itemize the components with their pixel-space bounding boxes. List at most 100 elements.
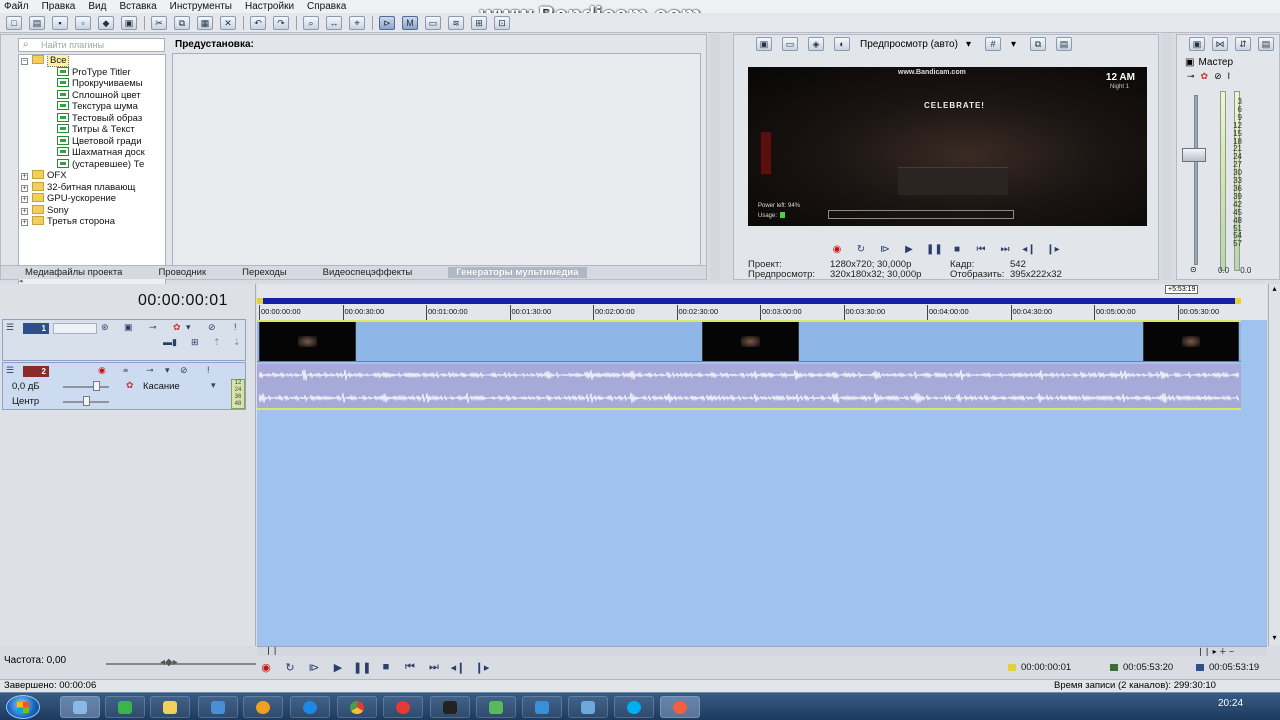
automation-icon[interactable]: ⊸ (149, 322, 157, 333)
loop-icon[interactable]: ↻ (854, 244, 868, 255)
expand-icon[interactable]: + (21, 207, 28, 215)
cut-icon[interactable]: ✂ (151, 15, 167, 30)
arm-record-icon[interactable]: ◉ (98, 365, 106, 376)
tree-item[interactable]: Шахматная доск (57, 147, 145, 159)
go-to-start-icon[interactable]: ⏮ (974, 244, 988, 255)
bypass-icon[interactable]: ⊘ (1214, 71, 1222, 82)
track-fx-icon[interactable]: ✿ (126, 380, 134, 391)
taskbar-folder[interactable] (150, 696, 190, 718)
timeline-vertical-scrollbar[interactable]: ▴ ▾ (1268, 284, 1280, 646)
timeline-horizontal-scrollbar[interactable]: ❘❘ ❘❘ ▸ ＋ − (257, 646, 1267, 656)
snap-icon[interactable]: ⌖ (349, 15, 365, 30)
expand-icon[interactable]: + (21, 184, 28, 192)
mixer-properties-icon[interactable]: ▣ (1189, 37, 1205, 51)
new-project-icon[interactable]: □ (6, 15, 22, 30)
master-fader-track[interactable] (1194, 95, 1198, 265)
loop-end-marker[interactable] (1235, 298, 1241, 304)
zoom-icon[interactable]: ⌕ (303, 15, 319, 30)
solo-icon[interactable]: ǃ (207, 365, 210, 375)
timeline-area[interactable]: +5:53:19 00:00:00:00 00:00:30:00 00:01:00:… (257, 284, 1267, 646)
scroll-down-icon[interactable]: ▾ (1269, 633, 1280, 642)
motion-icon[interactable]: ⊛ (101, 322, 109, 333)
tree-item[interactable]: + GPU-ускорение (21, 193, 116, 205)
cursor-position[interactable]: 00:00:00:01 (1008, 662, 1071, 673)
save-icon[interactable]: ▪ (52, 15, 68, 30)
overlays-icon[interactable]: # (984, 37, 1001, 51)
play-icon[interactable]: ▶ (902, 244, 916, 255)
downmix-icon[interactable]: ⋈ (1212, 37, 1228, 51)
tree-item[interactable]: + Третья сторона (21, 216, 115, 228)
explorer-tab[interactable]: Медиафайлы проекта (25, 267, 122, 278)
plugin-tree[interactable]: + Третья сторона + Sony + GPU-ускорение +32-би… (18, 54, 166, 287)
stop-icon[interactable]: ■ (950, 244, 964, 255)
pan-slider-thumb[interactable] (83, 396, 90, 406)
fx-icon[interactable]: ✿ (1201, 71, 1209, 82)
expand-icon[interactable]: + (21, 219, 28, 226)
save-snapshot-icon[interactable]: ▤ (1056, 37, 1073, 51)
menu-item[interactable]: Инструменты (170, 1, 232, 12)
master-fader-knob[interactable] (1182, 148, 1206, 162)
tree-item[interactable]: (устаревшее) Те (57, 158, 144, 171)
menu-item[interactable]: Настройки (245, 1, 294, 12)
video-fx-icon[interactable]: ◈ (808, 37, 824, 51)
selection-end[interactable]: 00:05:53:20 (1110, 662, 1173, 673)
play-from-start-icon[interactable]: ⧐ (878, 244, 892, 255)
mute-icon[interactable]: ⊘ (180, 365, 188, 376)
taskbar-chrome[interactable] (337, 696, 377, 718)
master-menu-icon[interactable]: ▤ (1258, 37, 1274, 51)
properties-icon[interactable]: ▣ (121, 15, 137, 30)
tree-item[interactable]: + OFX (21, 170, 67, 182)
tree-item[interactable]: +32-битная плавающ (21, 181, 135, 194)
mute-icon[interactable]: ⊘ (208, 322, 216, 333)
play-from-start-icon[interactable]: ⧐ (305, 661, 323, 674)
volume-slider-thumb[interactable] (93, 381, 100, 391)
explorer-tab[interactable]: Переходы (242, 267, 287, 278)
taskbar-media[interactable] (198, 696, 238, 718)
level-slider-icon[interactable]: ▬▮ (163, 337, 177, 348)
envelope-tool-icon[interactable]: M (402, 15, 418, 30)
time-ruler[interactable]: +5:53:19 00:00:00:00 00:00:30:00 00:01:00:… (257, 284, 1267, 320)
loop-region-bar[interactable] (258, 298, 1240, 304)
timeline-cursor-icon[interactable]: ↔ (326, 15, 342, 30)
scroll-thumb-icon[interactable]: ❘❘ (265, 646, 278, 655)
info-icon[interactable]: ǀ (1228, 71, 1230, 82)
go-to-end-icon[interactable]: ⏭ (425, 661, 443, 674)
chevron-down-icon[interactable]: ▾ (211, 380, 216, 391)
chevron-down-icon[interactable]: ▾ (165, 365, 170, 376)
copy-snapshot-icon[interactable]: ⧉ (1030, 37, 1047, 51)
invert-phase-icon[interactable]: ⩧ (123, 365, 128, 376)
taskbar-link[interactable] (568, 696, 608, 718)
record-icon[interactable]: ◉ (830, 244, 844, 255)
tree-item[interactable]: ProType Titler (57, 66, 131, 79)
stop-icon[interactable]: ■ (377, 661, 395, 673)
collapse-icon[interactable]: − (21, 58, 28, 65)
rate-slider-track[interactable] (106, 663, 256, 665)
track-collapse-icon[interactable]: ☰ (6, 322, 14, 333)
menu-item[interactable]: Правка (42, 1, 76, 12)
taskbar-bandicam[interactable] (430, 696, 470, 718)
video-track-header[interactable]: ☰ 1 ⊛ ▣ ⊸ ✿ ▾ ⊘ ǃ ▬▮ ⊞ ⇡ ⇣ (2, 319, 246, 361)
explorer-tab[interactable]: Проводник (158, 267, 206, 278)
compositing-icon[interactable]: ▣ (124, 322, 133, 333)
prev-frame-icon[interactable]: ◂❙ (1022, 244, 1036, 255)
window-splitter[interactable] (710, 34, 720, 280)
render-icon[interactable]: ◆ (98, 15, 114, 30)
paste-icon[interactable]: ▦ (197, 15, 213, 30)
parent-icon[interactable]: ⇡ (213, 337, 221, 348)
tree-item[interactable]: Тестовый образ (57, 112, 142, 125)
master-lock-icon[interactable]: ⊙ (1190, 265, 1197, 274)
tree-item[interactable]: + Sony (21, 204, 69, 217)
taskbar-vegas[interactable] (660, 696, 700, 718)
pause-icon[interactable]: ❚❚ (926, 244, 943, 255)
delete-icon[interactable]: ✕ (220, 15, 236, 30)
menu-item[interactable]: Вставка (119, 1, 156, 12)
ignore-grouping-icon[interactable]: ⊡ (494, 15, 510, 30)
compositing-mode-icon[interactable]: ⊞ (191, 337, 199, 348)
explorer-tab[interactable]: Видеоспецэффекты (323, 267, 413, 278)
loop-icon[interactable]: ↻ (281, 661, 299, 674)
track-fx-icon[interactable]: ✿ (173, 322, 181, 333)
tree-item[interactable]: − Все (21, 55, 70, 67)
automation-icon[interactable]: ⊸ (1187, 71, 1195, 82)
open-folder-icon[interactable]: ▤ (29, 15, 45, 30)
tree-item[interactable]: Титры & Текст (57, 124, 135, 136)
